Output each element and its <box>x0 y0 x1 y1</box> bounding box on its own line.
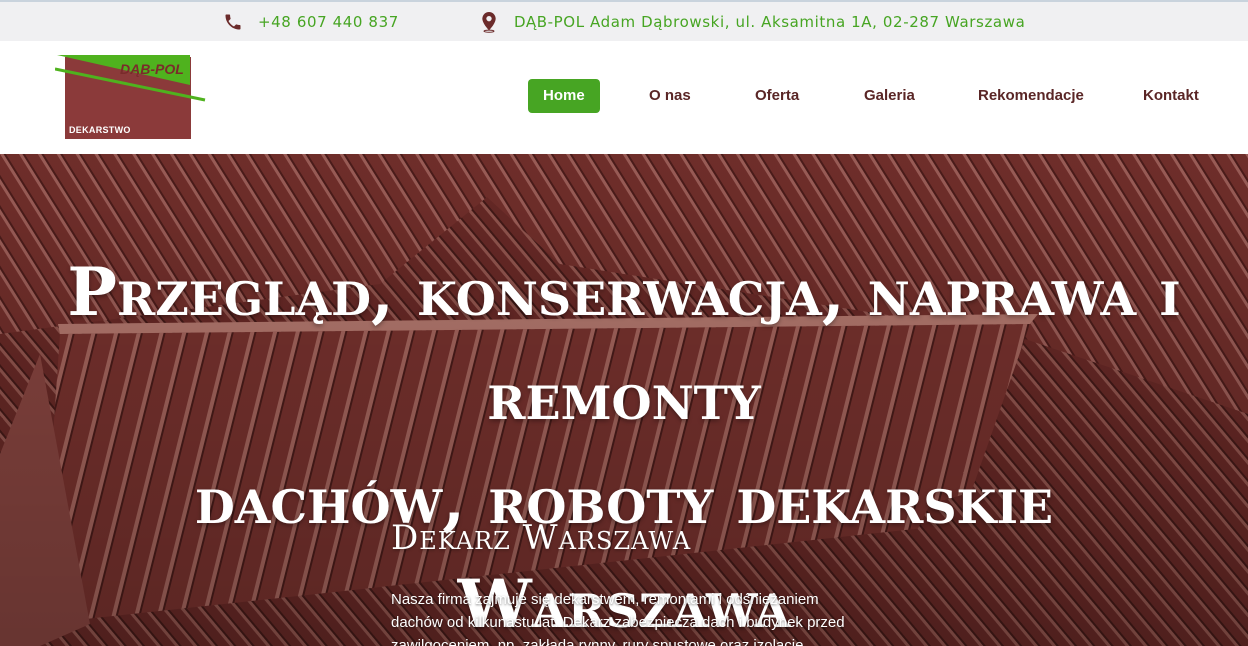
hero-subtitle: Dekarz Warszawa <box>391 518 692 558</box>
address-text: DĄB-POL Adam Dąbrowski, ul. Aksamitna 1A… <box>514 12 1026 31</box>
site-logo[interactable]: DĄB-POL DEKARSTWO <box>55 55 207 140</box>
map-pin-icon <box>478 11 500 33</box>
address-contact: DĄB-POL Adam Dąbrowski, ul. Aksamitna 1A… <box>478 2 1025 41</box>
phone-icon <box>222 11 244 33</box>
nav-kontakt[interactable]: Kontakt <box>1128 79 1214 113</box>
hero-description: Nasza firma zajmuje się dekarstwem, remo… <box>391 591 845 646</box>
site-header: DĄB-POL DEKARSTWO Home O nas Oferta Gale… <box>0 41 1248 154</box>
logo-subtitle: DEKARSTWO <box>69 125 131 135</box>
hero-banner: Przegląd, konserwacja, naprawa i remonty… <box>0 154 1248 646</box>
nav-rekomendacje[interactable]: Rekomendacje <box>963 79 1099 113</box>
phone-contact[interactable]: +48 607 440 837 <box>222 2 399 41</box>
top-contact-bar: +48 607 440 837 DĄB-POL Adam Dąbrowski, … <box>0 0 1248 41</box>
nav-home[interactable]: Home <box>528 79 600 113</box>
nav-oferta[interactable]: Oferta <box>740 79 814 113</box>
nav-o-nas[interactable]: O nas <box>634 79 706 113</box>
hero-title-line-1: Przegląd, konserwacja, naprawa i remonty <box>67 253 1181 435</box>
logo-brand: DĄB-POL <box>120 61 184 77</box>
nav-galeria[interactable]: Galeria <box>849 79 930 113</box>
hero-title: Przegląd, konserwacja, naprawa i remonty… <box>24 240 1224 646</box>
phone-number[interactable]: +48 607 440 837 <box>258 13 399 31</box>
